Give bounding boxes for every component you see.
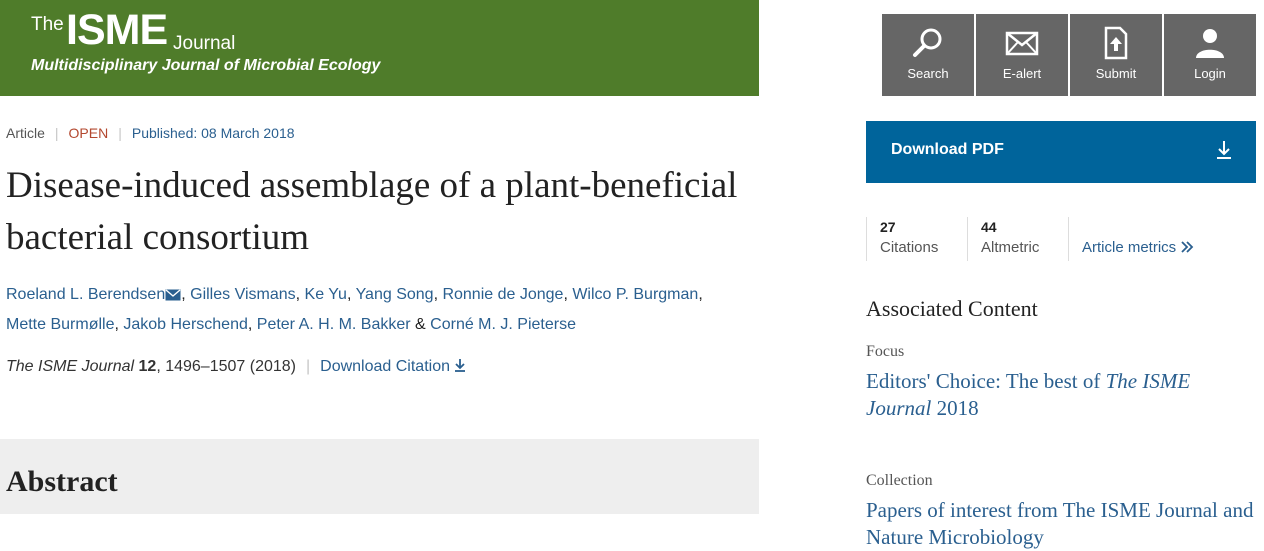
cite-divider: | bbox=[305, 358, 311, 375]
author-separator: , bbox=[247, 316, 257, 333]
citations-label: Citations bbox=[880, 239, 939, 256]
upload-document-icon bbox=[1104, 26, 1128, 60]
article-metrics: 27 Citations 44 Altmetric Article metric… bbox=[866, 217, 1194, 261]
toolbar: Search E-alert Submit Login bbox=[882, 14, 1256, 96]
logo-subtitle: Multidisciplinary Journal of Microbial E… bbox=[31, 57, 381, 74]
journal-name: The ISME Journal bbox=[6, 358, 135, 375]
open-access-badge: OPEN bbox=[68, 125, 109, 141]
search-label: Search bbox=[907, 66, 949, 81]
focus-type-label: Focus bbox=[866, 343, 905, 360]
search-icon bbox=[913, 28, 942, 57]
submit-label: Submit bbox=[1095, 66, 1137, 81]
altmetric-label: Altmetric bbox=[981, 239, 1040, 256]
journal-banner[interactable]: The ISME Journal Multidisciplinary Journ… bbox=[0, 0, 759, 96]
citations-count: 27 bbox=[880, 219, 896, 235]
author-link[interactable]: Ronnie de Jonge bbox=[442, 286, 563, 303]
article-meta: Article | OPEN | Published: 08 March 2018 bbox=[6, 125, 295, 141]
author-separator: , bbox=[346, 286, 356, 303]
e-alert-button[interactable]: E-alert bbox=[976, 14, 1068, 96]
download-citation-label: Download Citation bbox=[320, 358, 450, 375]
author-link[interactable]: Yang Song bbox=[356, 286, 434, 303]
citations-metric[interactable]: 27 Citations bbox=[866, 217, 967, 261]
double-chevron-right-icon bbox=[1181, 241, 1194, 253]
altmetric-count: 44 bbox=[981, 219, 997, 235]
download-pdf-button[interactable]: Download PDF bbox=[866, 121, 1256, 183]
submit-button[interactable]: Submit bbox=[1070, 14, 1162, 96]
abstract-heading: Abstract bbox=[6, 465, 118, 498]
associated-content-heading: Associated Content bbox=[866, 296, 1038, 321]
logo-isme: ISME bbox=[66, 6, 168, 54]
author-link[interactable]: Wilco P. Burgman bbox=[572, 286, 698, 303]
collection-type-label: Collection bbox=[866, 472, 933, 489]
login-label: Login bbox=[1194, 66, 1226, 81]
logo-the: The bbox=[31, 14, 64, 35]
focus-link-text: Editors' Choice: The best of bbox=[866, 369, 1106, 393]
download-arrow-icon bbox=[455, 359, 466, 372]
article-type: Article bbox=[6, 125, 45, 141]
e-alert-label: E-alert bbox=[1002, 66, 1042, 81]
article-title: Disease-induced assemblage of a plant-be… bbox=[6, 165, 738, 258]
collection-link[interactable]: Papers of interest from The ISME Journal… bbox=[866, 497, 1256, 551]
logo-journal: Journal bbox=[173, 33, 236, 54]
author-list: Roeland L. Berendsen, Gilles Vismans, Ke… bbox=[6, 280, 746, 340]
author-separator: , bbox=[295, 286, 305, 303]
author-separator: , bbox=[181, 286, 191, 303]
article-metrics-link[interactable]: Article metrics bbox=[1068, 217, 1194, 261]
citation-line: The ISME Journal 12, 1496–1507 (2018) | Do… bbox=[6, 358, 466, 376]
journal-volume: 12 bbox=[138, 358, 157, 375]
meta-divider: | bbox=[118, 125, 122, 141]
author-separator: , bbox=[698, 286, 703, 303]
article-metrics-label: Article metrics bbox=[1082, 239, 1177, 256]
meta-divider: | bbox=[54, 125, 59, 141]
download-icon bbox=[1217, 141, 1231, 159]
author-link[interactable]: Mette Burmølle bbox=[6, 316, 114, 333]
envelope-icon bbox=[1005, 31, 1039, 56]
email-icon[interactable] bbox=[165, 289, 181, 301]
search-button[interactable]: Search bbox=[882, 14, 974, 96]
altmetric-metric[interactable]: 44 Altmetric bbox=[967, 217, 1068, 261]
author-link[interactable]: Peter A. H. M. Bakker bbox=[257, 316, 411, 333]
pages-year: , 1496–1507 (2018) bbox=[156, 358, 296, 375]
download-pdf-label: Download PDF bbox=[891, 141, 1004, 158]
focus-link[interactable]: Editors' Choice: The best of The ISME Jo… bbox=[866, 368, 1256, 422]
author-separator: , bbox=[563, 286, 573, 303]
author-separator: & bbox=[410, 316, 431, 333]
login-button[interactable]: Login bbox=[1164, 14, 1256, 96]
abstract-section[interactable]: Abstract bbox=[0, 439, 759, 514]
author-link[interactable]: Jakob Herschend bbox=[123, 316, 248, 333]
user-icon bbox=[1196, 29, 1224, 58]
author-link[interactable]: Roeland L. Berendsen bbox=[6, 286, 165, 303]
download-citation-link[interactable]: Download Citation bbox=[320, 358, 466, 375]
author-link[interactable]: Ke Yu bbox=[305, 286, 347, 303]
author-link[interactable]: Corné M. J. Pieterse bbox=[430, 316, 576, 333]
focus-link-year: 2018 bbox=[931, 396, 979, 420]
author-link[interactable]: Gilles Vismans bbox=[190, 286, 296, 303]
published-date: Published: 08 March 2018 bbox=[131, 125, 295, 141]
